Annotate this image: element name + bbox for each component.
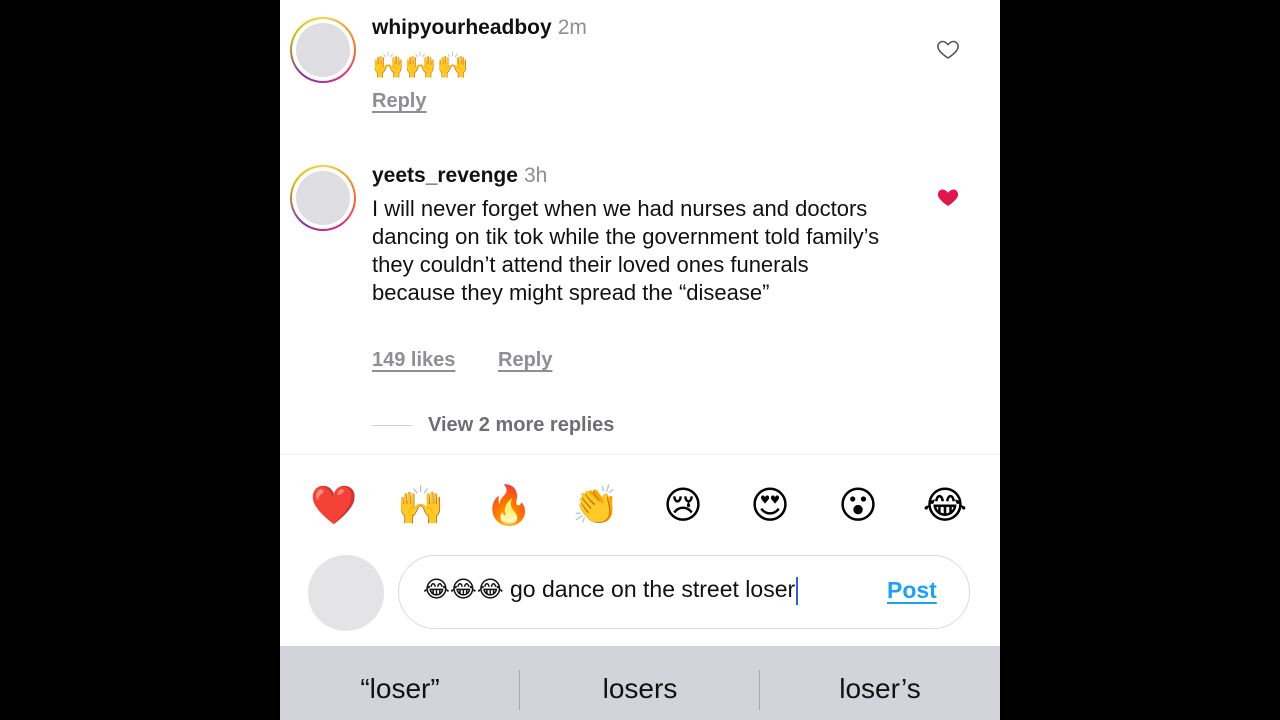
- emoji-surprised-button[interactable]: 😮: [831, 479, 885, 533]
- commenter-avatar[interactable]: [290, 165, 356, 231]
- reply-button[interactable]: Reply: [372, 90, 426, 113]
- suggestion-1[interactable]: “loser”: [280, 646, 520, 720]
- comment-username[interactable]: whipyourheadboy: [372, 16, 552, 39]
- likes-count-link[interactable]: 149 likes: [372, 349, 455, 372]
- keyboard-suggestion-bar: “loser” losers loser’s: [280, 646, 1000, 720]
- view-more-replies-label: View 2 more replies: [428, 413, 615, 436]
- post-button[interactable]: Post: [887, 577, 937, 604]
- emoji-heart-eyes-button[interactable]: 😍: [743, 479, 797, 533]
- quick-emoji-bar: ❤️ 🙌 🔥 👏 😢 😍 😮 😂: [280, 475, 1000, 535]
- comment-input[interactable]: 😂😂😂 go dance on the street loser Post: [398, 555, 970, 629]
- comment-input-field[interactable]: 😂😂😂 go dance on the street loser: [423, 576, 799, 605]
- section-divider: [280, 454, 1000, 455]
- view-more-replies-button[interactable]: View 2 more replies: [372, 410, 614, 440]
- heart-outline-icon[interactable]: [936, 37, 960, 61]
- reply-button[interactable]: Reply: [498, 349, 552, 372]
- comment-username[interactable]: yeets_revenge: [372, 164, 518, 187]
- text-cursor: [796, 576, 799, 605]
- emoji-heart-button[interactable]: ❤️: [307, 479, 361, 533]
- comments-screen: whipyourheadboy 2m 🙌🙌🙌 Reply yeets_reveng…: [280, 0, 1000, 720]
- comment-username-line: yeets_revenge 3h: [372, 164, 547, 188]
- comment-username-line: whipyourheadboy 2m: [372, 16, 587, 40]
- suggestion-3[interactable]: loser’s: [760, 646, 1000, 720]
- emoji-laughing-button[interactable]: 😂: [918, 479, 972, 533]
- heart-filled-icon[interactable]: [936, 185, 960, 209]
- emoji-crying-button[interactable]: 😢: [656, 479, 710, 533]
- comment-text: I will never forget when we had nurses a…: [372, 196, 880, 305]
- commenter-avatar[interactable]: [290, 17, 356, 83]
- emoji-fire-button[interactable]: 🔥: [482, 479, 536, 533]
- emoji-raised-hands-button[interactable]: 🙌: [394, 479, 448, 533]
- replies-divider-line: [372, 424, 412, 426]
- comment-input-text: 😂😂😂 go dance on the street loser: [423, 576, 796, 602]
- comment-time: 2m: [557, 16, 587, 39]
- suggestion-2[interactable]: losers: [520, 646, 760, 720]
- comment-text: 🙌🙌🙌: [372, 50, 470, 80]
- comment-time: 3h: [523, 164, 548, 187]
- current-user-avatar: [308, 555, 384, 631]
- emoji-clap-button[interactable]: 👏: [569, 479, 623, 533]
